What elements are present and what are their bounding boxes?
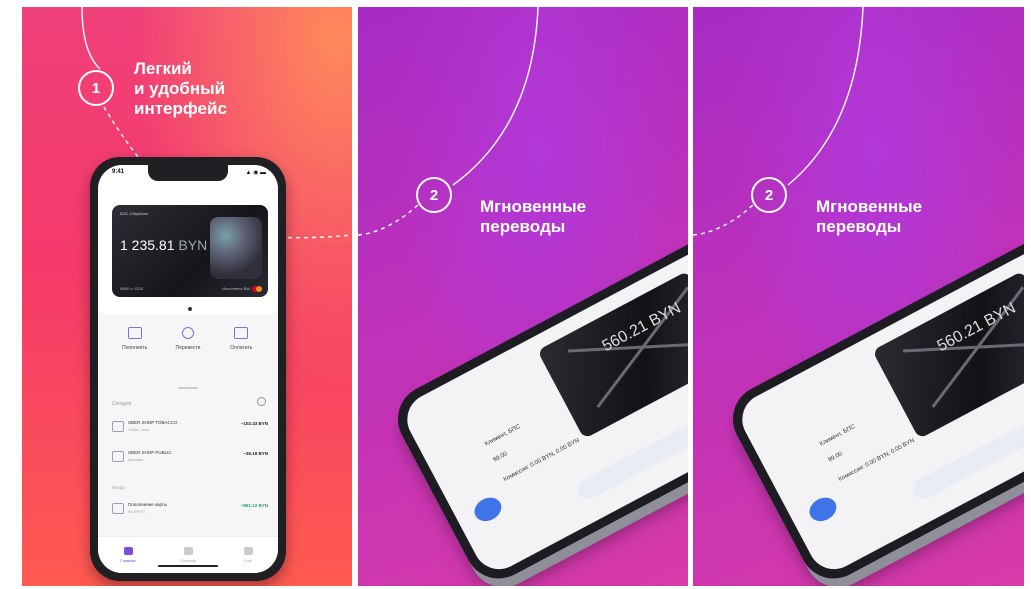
card-balance-currency: BYN <box>178 237 208 253</box>
send-button[interactable] <box>805 493 841 526</box>
transfer-amount: 99.00 <box>827 451 844 464</box>
quick-actions: Пополнить Перевести Оплатить <box>108 327 268 351</box>
phone-screen: 9:41 ▲ ◉ ▬ БПС-Сбербанк 1 235.81 BYN 546… <box>98 165 278 573</box>
transaction-title: SBER SHOP PUBLIC <box>128 450 172 455</box>
promo-panel-2: 2 Мгновенные переводы 560.21 BYN Климент… <box>358 7 688 586</box>
tab-label: Главная <box>120 558 136 563</box>
transaction-subtitle: Из ЕРИП <box>128 509 145 514</box>
recipient-name: Климент, БПС <box>819 423 857 448</box>
transaction-row[interactable]: SBER SHOP PUBLIC Магазин −36.18 BYN <box>112 447 268 469</box>
transaction-icon <box>112 451 124 462</box>
phone-mockup: 9:41 ▲ ◉ ▬ БПС-Сбербанк 1 235.81 BYN 546… <box>90 157 286 581</box>
send-button[interactable] <box>470 493 506 526</box>
history-title: Сегодня <box>112 401 132 407</box>
headline-line: и удобный <box>134 79 226 98</box>
tab-bar: Главная Платежи Ещё <box>98 536 278 573</box>
home-icon <box>123 547 133 555</box>
tab-payments[interactable]: Платежи <box>168 547 208 563</box>
headline-line: переводы <box>480 217 566 236</box>
headline: Легкий и удобный интерфейс <box>134 59 227 119</box>
page-indicator <box>188 307 192 311</box>
topup-icon <box>127 327 142 339</box>
transaction-amount: +881.12 BYN <box>240 503 268 508</box>
transaction-row[interactable]: Пополнение карты Из ЕРИП +881.12 BYN <box>112 499 268 521</box>
recipient-name: Климент, БПС <box>484 423 522 448</box>
step-badge: 2 <box>416 177 452 213</box>
headline-line: переводы <box>816 217 902 236</box>
promo-panel-1: 1 Легкий и удобный интерфейс 9:41 ▲ ◉ ▬ … <box>22 7 352 586</box>
headline-line: интерфейс <box>134 99 227 118</box>
commission-text: Комиссия: 0.00 BYN, 0.00 BYN <box>837 437 916 483</box>
commission-text: Комиссия: 0.00 BYN, 0.00 BYN <box>502 437 581 483</box>
sheet-handle[interactable] <box>178 387 198 389</box>
transfer-button[interactable]: Перевести <box>166 327 210 351</box>
section-title: Вчера <box>112 485 125 490</box>
card-number: 5469 •• 1225 <box>120 286 143 291</box>
status-time: 9:41 <box>112 169 125 175</box>
transaction-amount: −102.43 BYN <box>240 421 268 426</box>
headline-line: Мгновенные <box>480 197 587 216</box>
action-label: Пополнить <box>122 345 148 351</box>
pay-icon <box>234 327 249 339</box>
headline-line: Мгновенные <box>816 197 923 216</box>
card-status: Исполнено ВЫ <box>222 286 250 291</box>
card-art-image <box>210 217 262 279</box>
status-icons: ▲ ◉ ▬ <box>245 170 266 176</box>
transaction-title: Пополнение карты <box>128 502 168 507</box>
bank-card[interactable]: БПС-Сбербанк 1 235.81 BYN 5469 •• 1225 И… <box>112 205 268 297</box>
card-balance: 1 235.81 BYN <box>120 237 207 253</box>
tab-label: Платежи <box>179 558 197 563</box>
home-indicator <box>158 565 218 567</box>
tab-home[interactable]: Главная <box>108 547 148 563</box>
headline: Мгновенные переводы <box>816 197 922 237</box>
step-badge: 1 <box>78 70 114 106</box>
transaction-subtitle: Табак, чеки <box>128 427 150 432</box>
promo-panel-3: 2 Мгновенные переводы 560.21 BYN Климент… <box>693 7 1024 586</box>
transaction-icon <box>112 503 124 514</box>
transfer-icon <box>181 327 194 339</box>
more-icon <box>243 547 253 555</box>
tab-label: Ещё <box>243 558 253 563</box>
action-label: Перевести <box>175 345 201 351</box>
phone-notch <box>148 165 228 181</box>
tab-more[interactable]: Ещё <box>228 547 268 563</box>
mastercard-icon <box>252 286 262 292</box>
card-bank-label: БПС-Сбербанк <box>120 211 148 216</box>
transaction-row[interactable]: SBER SHOP TOBACCO Табак, чеки −102.43 BY… <box>112 417 268 439</box>
transaction-amount: −36.18 BYN <box>243 451 268 456</box>
transaction-subtitle: Магазин <box>128 457 144 462</box>
card-balance-amount: 1 235.81 <box>120 237 175 253</box>
pay-button[interactable]: Оплатить <box>219 327 263 351</box>
search-icon[interactable] <box>257 397 266 406</box>
action-label: Оплатить <box>230 345 253 351</box>
topup-button[interactable]: Пополнить <box>113 327 157 351</box>
transaction-icon <box>112 421 124 432</box>
headline-line: Легкий <box>134 59 192 78</box>
headline: Мгновенные переводы <box>480 197 586 237</box>
transaction-title: SBER SHOP TOBACCO <box>128 420 178 425</box>
transfer-amount: 99.00 <box>492 451 509 464</box>
payments-icon <box>183 547 193 555</box>
step-badge: 2 <box>751 177 787 213</box>
